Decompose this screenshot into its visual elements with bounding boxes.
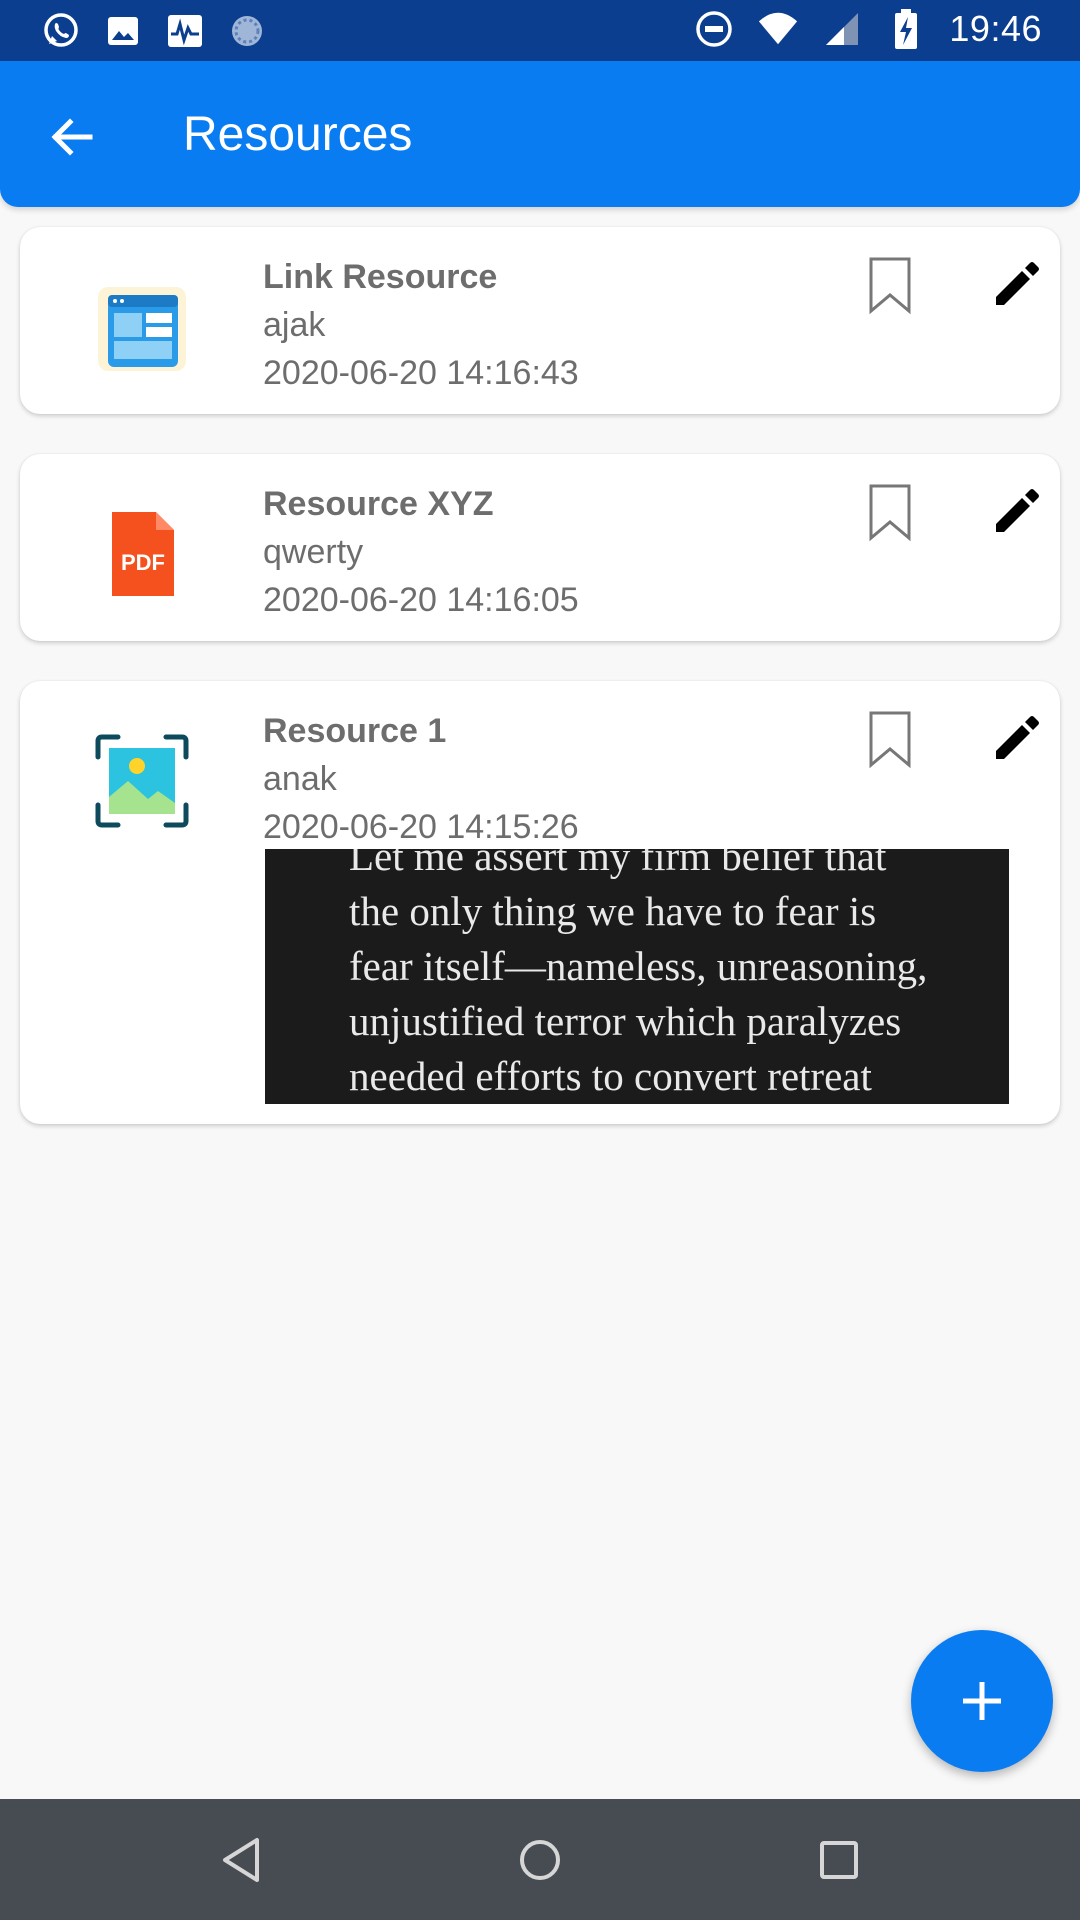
pdf-file-icon: PDF	[92, 504, 192, 604]
resource-subtitle: anak	[263, 760, 337, 798]
resource-subtitle: ajak	[263, 306, 326, 344]
resource-card[interactable]: PDF Resource XYZ qwerty 2020-06-20 14:16…	[20, 454, 1060, 641]
signal-icon	[821, 8, 863, 50]
status-time: 19:46	[949, 8, 1042, 49]
notification-icons	[40, 10, 268, 52]
battery-charging-icon	[885, 8, 927, 50]
resource-card[interactable]: Resource 1 anak 2020-06-20 14:15:26 Let …	[20, 681, 1060, 1124]
system-icons: 19:46	[693, 8, 1042, 50]
page-title: Resources	[183, 108, 413, 161]
preview-line: unjustified terror which paralyzes	[349, 998, 902, 1044]
bookmark-button[interactable]	[852, 701, 928, 777]
resource-title: Resource XYZ	[263, 485, 494, 523]
pencil-icon	[996, 489, 1039, 532]
nav-back-button[interactable]	[208, 1827, 274, 1893]
plus-icon	[963, 1682, 1001, 1720]
image-scan-icon	[92, 731, 192, 831]
edit-button[interactable]	[978, 474, 1054, 550]
resource-text: Resource 1 anak 2020-06-20 14:15:26	[263, 707, 579, 851]
preview-line: Let me assert my firm belief that	[349, 849, 887, 879]
resource-card[interactable]: Link Resource ajak 2020-06-20 14:16:43	[20, 227, 1060, 414]
bookmark-outline-icon	[869, 484, 911, 542]
resource-date: 2020-06-20 14:16:05	[263, 581, 579, 619]
resource-title: Resource 1	[263, 712, 447, 750]
bookmark-button[interactable]	[852, 474, 928, 550]
resource-text: Link Resource ajak 2020-06-20 14:16:43	[263, 253, 579, 397]
preview-line: fear itself—nameless, unreasoning,	[349, 943, 928, 989]
circle-home-icon	[520, 1840, 560, 1880]
whatsapp-icon	[40, 10, 82, 52]
pdf-label: PDF	[121, 550, 165, 575]
bookmark-outline-icon	[869, 257, 911, 315]
wifi-icon	[757, 8, 799, 50]
resource-date: 2020-06-20 14:15:26	[263, 808, 579, 846]
pencil-icon	[996, 716, 1039, 759]
preview-quote: Let me assert my firm belief that the on…	[349, 849, 989, 1104]
resource-text: Resource XYZ qwerty 2020-06-20 14:16:05	[263, 480, 579, 624]
arrow-back-icon	[51, 118, 93, 156]
nav-home-button[interactable]	[507, 1827, 573, 1893]
system-nav-bar	[0, 1799, 1080, 1920]
dnd-icon	[693, 8, 735, 50]
bookmark-outline-icon	[869, 711, 911, 769]
add-resource-button[interactable]	[911, 1630, 1053, 1772]
sync-icon	[226, 10, 268, 52]
resource-date: 2020-06-20 14:16:43	[263, 354, 579, 392]
edit-button[interactable]	[978, 247, 1054, 323]
gallery-icon	[102, 10, 144, 52]
edit-button[interactable]	[978, 701, 1054, 777]
nav-recents-button[interactable]	[806, 1827, 872, 1893]
image-preview[interactable]: Let me assert my firm belief that the on…	[265, 849, 1009, 1104]
resource-title: Link Resource	[263, 258, 498, 296]
preview-line: the only thing we have to fear is	[349, 888, 877, 934]
square-recents-icon	[820, 1841, 858, 1879]
preview-line: needed efforts to convert retreat	[349, 1053, 872, 1099]
pencil-icon	[996, 262, 1039, 305]
status-bar: 19:46	[0, 0, 1080, 61]
back-button[interactable]	[40, 105, 104, 169]
bookmark-button[interactable]	[852, 247, 928, 323]
activity-icon	[164, 10, 206, 52]
triangle-back-icon	[223, 1838, 259, 1882]
resource-subtitle: qwerty	[263, 533, 364, 571]
app-bar: Resources	[0, 61, 1080, 207]
web-layout-icon	[92, 277, 192, 377]
